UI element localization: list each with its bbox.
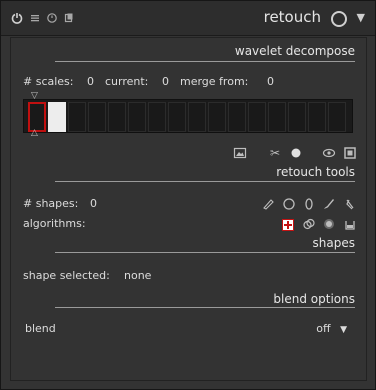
scale-cell[interactable] — [308, 102, 326, 132]
scale-cell[interactable] — [148, 102, 166, 132]
scale-cell[interactable] — [68, 102, 86, 132]
section-divider — [55, 181, 355, 182]
shapes-count-label: # shapes: — [23, 197, 79, 210]
scale-cell[interactable] — [248, 102, 266, 132]
merge-from-value: 0 — [267, 75, 274, 88]
shapes-count-value: 0 — [90, 197, 97, 210]
scale-cell[interactable] — [188, 102, 206, 132]
show-mask-icon[interactable] — [343, 146, 357, 160]
chevron-down-icon[interactable]: ▼ — [357, 11, 365, 24]
chevron-down-icon: ▼ — [340, 325, 347, 335]
scale-cell[interactable] — [208, 102, 226, 132]
scales-label: # scales: — [23, 75, 74, 88]
path-shape-icon[interactable] — [261, 197, 275, 211]
power-icon[interactable] — [11, 12, 23, 24]
module-title: retouch — [263, 8, 321, 26]
scale-cell[interactable] — [288, 102, 306, 132]
section-title-shapes: shapes — [312, 236, 355, 250]
heal-tool-icon[interactable] — [282, 219, 294, 231]
wavelet-scales-bar[interactable] — [23, 99, 353, 133]
scale-cell[interactable] — [108, 102, 126, 132]
blend-label: blend — [25, 322, 56, 335]
scales-arrow-icon[interactable]: △ — [31, 128, 38, 138]
section-divider — [55, 307, 355, 308]
scale-cell-current[interactable] — [48, 102, 66, 132]
merge-from-label: merge from: — [180, 75, 249, 88]
current-value: 0 — [162, 75, 169, 88]
module-header: retouch ▼ — [1, 1, 375, 36]
scale-cell[interactable] — [168, 102, 186, 132]
multi-instance-icon[interactable] — [331, 11, 347, 27]
scale-cell[interactable] — [328, 102, 346, 132]
scale-cell[interactable] — [88, 102, 106, 132]
ellipse-shape-icon[interactable] — [302, 197, 316, 211]
blend-mode-dropdown[interactable]: off ▼ — [316, 322, 347, 335]
presets-menu-icon[interactable] — [63, 12, 75, 24]
shape-selected-label: shape selected: — [23, 269, 110, 282]
section-title-retouch-tools: retouch tools — [276, 165, 355, 179]
current-label: current: — [105, 75, 149, 88]
brush-shape-icon[interactable] — [322, 197, 336, 211]
section-divider — [55, 61, 355, 62]
circle-shape-icon[interactable] — [282, 197, 296, 211]
blend-mode-value: off — [316, 322, 331, 335]
scale-cell[interactable] — [228, 102, 246, 132]
clone-tool-icon[interactable] — [302, 217, 316, 231]
section-title-wavelet-decompose: wavelet decompose — [234, 44, 355, 58]
scales-value: 0 — [87, 75, 94, 88]
display-wavelet-scale-icon[interactable] — [233, 146, 247, 160]
retouch-module-panel: retouch ▼ wavelet decompose # scales: 0 … — [0, 0, 376, 390]
hamburger-icon[interactable] — [29, 12, 41, 24]
scale-cell[interactable] — [128, 102, 146, 132]
scale-cell[interactable] — [268, 102, 286, 132]
paste-icon[interactable] — [289, 146, 303, 160]
picker-icon[interactable] — [343, 197, 357, 211]
shape-selected-value: none — [124, 269, 152, 282]
algorithms-label: algorithms: — [23, 217, 86, 230]
reset-icon[interactable] — [46, 12, 58, 24]
fill-tool-icon[interactable] — [343, 217, 357, 231]
eye-icon[interactable] — [322, 146, 336, 160]
cut-icon[interactable]: ✂ — [268, 146, 282, 160]
blur-tool-icon[interactable] — [322, 217, 336, 231]
section-title-blend-options: blend options — [273, 292, 355, 306]
section-divider — [55, 252, 355, 253]
